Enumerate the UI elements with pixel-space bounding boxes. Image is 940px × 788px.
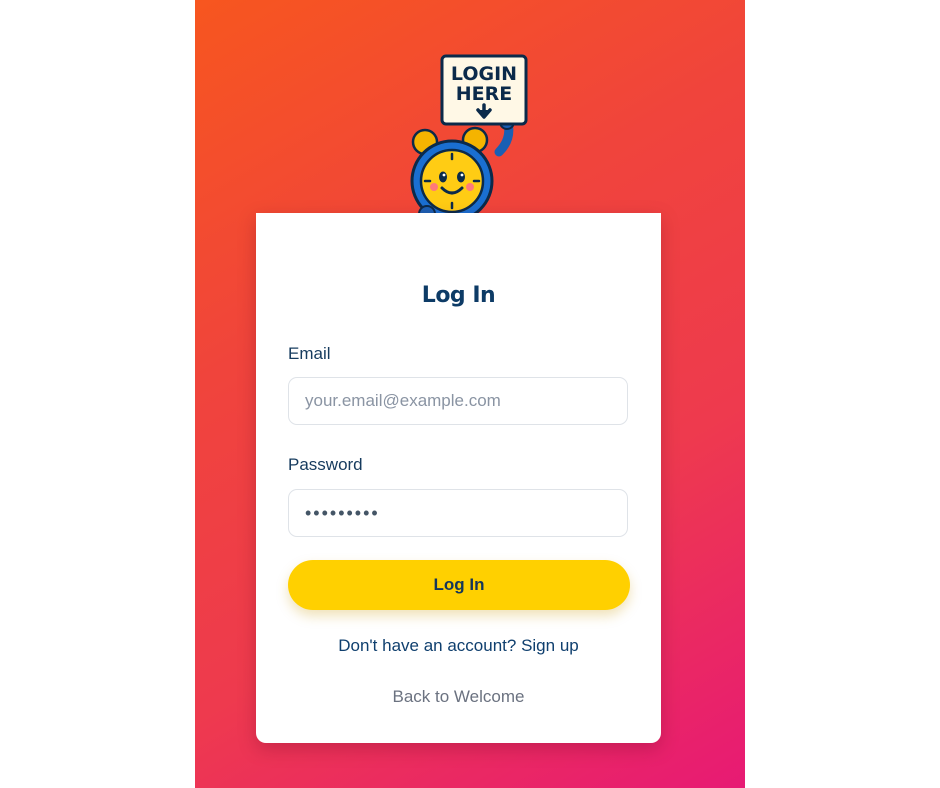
login-button[interactable]: Log In <box>288 560 630 610</box>
back-to-welcome-link[interactable]: Back to Welcome <box>256 687 661 707</box>
email-field[interactable] <box>288 377 628 425</box>
email-label: Email <box>288 344 331 363</box>
page-title: Log In <box>421 283 496 308</box>
alarm-clock-mascot: LOGIN HERE <box>410 54 528 223</box>
signup-link[interactable]: Don't have an account? Sign up <box>256 636 661 656</box>
sign-line-2: HERE <box>456 83 513 105</box>
login-screen: LOGIN HERE Log In Email Password <box>195 0 745 788</box>
login-card: Log In Email Password Log In Don't have … <box>256 213 661 743</box>
password-label: Password <box>288 455 363 474</box>
password-field[interactable] <box>288 489 628 537</box>
sign-line-1: LOGIN <box>451 63 517 85</box>
login-here-sign: LOGIN HERE <box>440 54 528 126</box>
